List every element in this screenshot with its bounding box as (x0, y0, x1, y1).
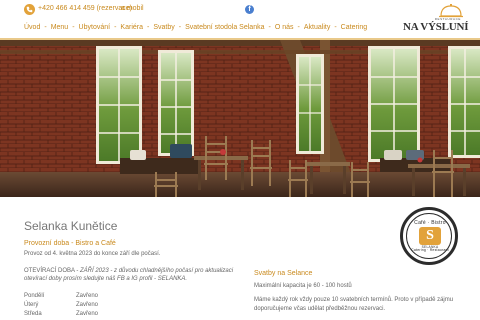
logo-name: NA VÝSLUNÍ (403, 21, 469, 33)
nav-separator: - (44, 24, 47, 31)
nav-separator: - (297, 24, 300, 31)
weddings-capacity: Maximální kapacita je 60 - 100 hostů (254, 283, 352, 289)
nav-separator: - (334, 24, 337, 31)
opening-hours-notice: OTEVÍRACÍ DOBA - ZÁŘÍ 2023 - z důvodu ch… (24, 267, 234, 283)
day-value: Zavřeno (76, 302, 99, 308)
day-value: Zavřeno (76, 311, 99, 317)
restaurant-logo[interactable]: RESTAURACE NA VÝSLUNÍ (403, 4, 469, 34)
hours-heading: Provozní doba - Bistro a Café (24, 240, 116, 247)
nav-item-o-nas[interactable]: O nás (275, 24, 294, 36)
phone-number-link[interactable]: +420 466 414 459 (rezervace) (38, 5, 132, 12)
day-label: Středa (24, 311, 42, 317)
mobile-link[interactable]: a mobil (121, 5, 144, 12)
nav-item-stodola-selanka[interactable]: Svatební stodola Selanka (185, 24, 264, 36)
cloche-icon (439, 4, 463, 18)
phone-icon (24, 4, 35, 15)
day-row: Úterý Zavřeno (24, 301, 98, 310)
notice-lead: OTEVÍRACÍ DOBA - (24, 268, 81, 274)
nav-item-catering[interactable]: Catering (341, 24, 367, 36)
weddings-heading: Svatby na Selance (254, 270, 313, 277)
hero-image (0, 40, 480, 197)
nav-item-uvod[interactable]: Úvod (24, 24, 40, 36)
day-row: Pondělí Zavřeno (24, 292, 98, 301)
day-value: Zavřeno (76, 293, 99, 299)
nav-separator: - (178, 24, 182, 31)
nav-item-aktuality[interactable]: Aktuality (304, 24, 330, 36)
badge-inner-ring: Café · Bistro S SELANKA Catering · Resta… (406, 213, 452, 259)
nav-separator: - (268, 24, 271, 31)
nav-item-kariera[interactable]: Kariéra (120, 24, 143, 36)
nav-item-menu[interactable]: Menu (51, 24, 69, 36)
badge-letter: S (419, 227, 441, 245)
facebook-icon[interactable]: f (245, 5, 254, 14)
nav-separator: - (114, 24, 117, 31)
weddings-text: Máme každý rok vždy pouze 10 svatebních … (254, 297, 454, 312)
selanka-badge: Café · Bistro S SELANKA Catering · Resta… (400, 207, 458, 265)
badge-top-text: Café · Bistro (414, 220, 446, 226)
nav-item-ubytovani[interactable]: Ubytování (79, 24, 111, 36)
opening-days-list: Pondělí Zavřeno Úterý Zavřeno Středa Zav… (24, 292, 98, 319)
nav-separator: - (147, 24, 150, 31)
day-row: Středa Zavřeno (24, 310, 98, 319)
day-label: Úterý (24, 302, 39, 308)
day-label: Pondělí (24, 293, 45, 299)
badge-bottom-text: Catering · Restaurant (411, 248, 449, 252)
main-nav: Úvod - Menu - Ubytování - Kariéra - Svat… (24, 24, 367, 36)
nav-separator: - (72, 24, 75, 31)
page-title: Selanka Kunětice (24, 219, 118, 233)
hours-note: Provoz od 4. května 2023 do konce září d… (24, 251, 161, 257)
nav-item-svatby[interactable]: Svatby (153, 24, 174, 36)
